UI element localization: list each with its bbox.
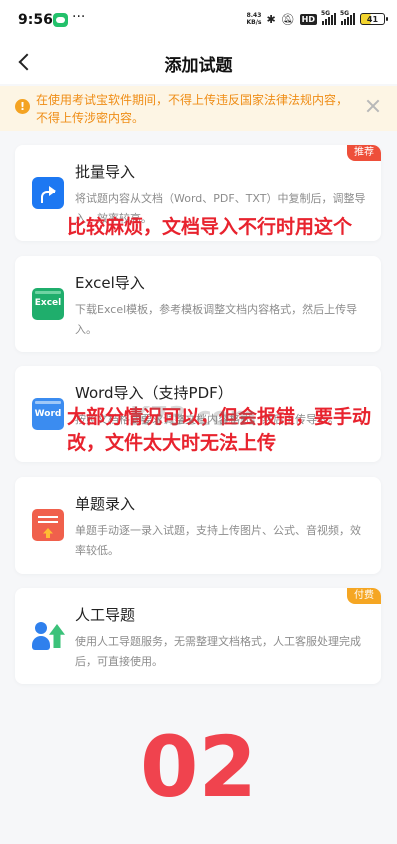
nav-bar: 添加试题 <box>0 40 397 84</box>
single-entry-card[interactable]: 单题录入 单题手动逐一录入试题，支持上传图片、公式、音视频，效率较低。 <box>15 477 381 574</box>
card-title: 人工导题 <box>75 606 136 624</box>
excel-import-card[interactable]: Excel Excel导入 下载Excel模板，参考模板调整文档内容格式，然后上… <box>15 256 381 352</box>
manual-import-icon <box>32 620 65 652</box>
more-notifications-icon: ··· <box>72 9 86 25</box>
card-title: 批量导入 <box>75 163 136 181</box>
status-icons: 8.43 KB/s ✱ 🔕︎ HD 5G 5G 41 <box>246 9 388 29</box>
card-description: 单题手动逐一录入试题，支持上传图片、公式、音视频，效率较低。 <box>75 524 361 557</box>
mute-icon: 🔕︎ <box>280 12 295 26</box>
warning-icon: ! <box>15 99 30 114</box>
watermark: K73.com <box>130 402 257 432</box>
notice-text: 在使用考试宝软件期间，不得上传违反国家法律法规内容，不得上传涉密内容。 <box>36 93 349 125</box>
annotation-batch-import: 比较麻烦，文档导入不行时用这个 <box>67 216 353 238</box>
signal-1-label: 5G <box>321 10 331 17</box>
network-speed: 8.43 KB/s <box>246 12 261 26</box>
upload-arrow-icon <box>49 624 65 648</box>
word-icon: Word <box>32 398 64 430</box>
status-bar: 9:56 ··· 8.43 KB/s ✱ 🔕︎ HD 5G 5G 41 <box>0 0 397 40</box>
word-icon-label: Word <box>34 409 62 419</box>
paid-badge: 付费 <box>347 588 381 604</box>
signal-2-label: 5G <box>340 10 350 17</box>
single-entry-icon <box>32 509 64 541</box>
card-title: Excel导入 <box>75 274 145 292</box>
manual-import-card[interactable]: 付费 人工导题 使用人工导题服务，无需整理文档格式，人工客服处理完成后，可直接使… <box>15 588 381 684</box>
excel-icon: Excel <box>32 288 64 320</box>
batch-import-icon <box>32 177 64 209</box>
signal-icon-2: 5G <box>340 10 355 25</box>
signal-icon-1: 5G <box>321 10 336 25</box>
card-title: Word导入（支持PDF） <box>75 384 233 402</box>
battery-level: 41 <box>366 14 379 24</box>
card-description: 使用人工导题服务，无需整理文档格式，人工客服处理完成后，可直接使用。 <box>75 635 361 668</box>
network-speed-unit: KB/s <box>246 19 262 26</box>
recommend-badge: 推荐 <box>347 145 381 161</box>
card-description: 下载Excel模板，参考模板调整文档内容格式，然后上传导入。 <box>75 303 358 336</box>
bluetooth-icon: ✱ <box>266 12 276 26</box>
step-number: 02 <box>140 718 257 816</box>
hd-badge: HD <box>299 13 317 25</box>
status-time: 9:56 <box>18 12 53 28</box>
battery-icon: 41 <box>360 13 388 25</box>
card-title: 单题录入 <box>75 495 136 513</box>
excel-icon-label: Excel <box>34 298 62 308</box>
page-title: 添加试题 <box>164 56 233 76</box>
network-speed-value: 8.43 <box>246 12 262 19</box>
close-icon[interactable] <box>366 99 380 113</box>
notice-banner: ! 在使用考试宝软件期间，不得上传违反国家法律法规内容，不得上传涉密内容。 <box>0 86 397 131</box>
wechat-notification-icon <box>53 13 68 27</box>
annotation-word-import-line2: 改，文件太大时无法上传 <box>67 432 277 454</box>
